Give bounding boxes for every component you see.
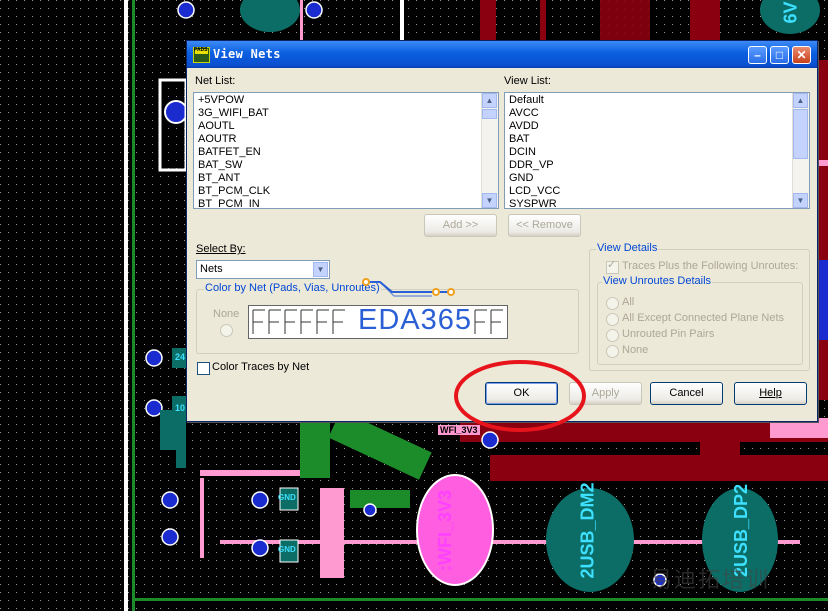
maximize-button[interactable]: □: [770, 46, 789, 64]
pcb-label-gnd-2: GND: [278, 545, 296, 554]
pcb-label-6v: 6V: [780, 1, 801, 24]
list-item[interactable]: BAT_SW: [198, 159, 498, 172]
list-item[interactable]: BATFET_EN: [198, 146, 498, 159]
none-unroutes-radio[interactable]: [606, 345, 619, 358]
list-item[interactable]: SYSPWR: [509, 198, 809, 208]
chevron-down-icon[interactable]: ▼: [313, 262, 328, 277]
select-by-dropdown[interactable]: Nets ▼: [196, 260, 330, 279]
highlight-circle: [454, 360, 586, 432]
scroll-thumb[interactable]: [793, 109, 808, 159]
select-by-value: Nets: [200, 263, 223, 275]
dialog-title: View Nets: [213, 47, 281, 61]
close-button[interactable]: ✕: [792, 46, 811, 64]
net-list-scrollbar[interactable]: ▲ ▼: [481, 93, 498, 208]
minimize-button[interactable]: –: [748, 46, 767, 64]
traces-plus-label: Traces Plus the Following Unroutes:: [622, 260, 799, 272]
all-except-radio[interactable]: [606, 313, 619, 326]
unrouted-pin-pairs-label: Unrouted Pin Pairs: [622, 328, 715, 340]
view-list-items: Default AVCC AVDD BAT DCIN DDR_VP GND LC…: [505, 93, 809, 208]
scroll-down-icon[interactable]: ▼: [482, 193, 497, 208]
pads-icon-text: PADS: [194, 47, 208, 53]
list-item[interactable]: 3G_WIFI_BAT: [198, 107, 498, 120]
maximize-icon: □: [775, 48, 784, 62]
list-item[interactable]: DDR_VP: [509, 159, 809, 172]
net-list-items: +5VPOW 3G_WIFI_BAT AOUTL AOUTR BATFET_EN…: [194, 93, 498, 208]
scroll-up-icon[interactable]: ▲: [482, 93, 497, 108]
view-unroutes-label: View Unroutes Details: [602, 275, 713, 287]
check-mark-icon: ✓: [607, 259, 617, 271]
list-item[interactable]: AOUTL: [198, 120, 498, 133]
cancel-button[interactable]: Cancel: [650, 382, 723, 405]
select-by-label: Select By:: [196, 243, 246, 255]
view-list-scrollbar[interactable]: ▲ ▼: [792, 93, 809, 208]
list-item[interactable]: AVCC: [509, 107, 809, 120]
close-icon: ✕: [796, 48, 807, 62]
color-by-net-label: Color by Net (Pads, Vias, Unroutes): [204, 282, 381, 294]
color-traces-checkbox[interactable]: [197, 362, 210, 375]
view-list-box[interactable]: Default AVCC AVDD BAT DCIN DDR_VP GND LC…: [504, 92, 810, 209]
help-button-label: Help: [759, 387, 782, 399]
help-button[interactable]: Help: [734, 382, 807, 405]
list-item[interactable]: LCD_VCC: [509, 185, 809, 198]
select-by-label-text: Select By:: [196, 243, 246, 255]
eda365-logo-text: EDA365: [358, 304, 473, 336]
list-item[interactable]: BAT: [509, 133, 809, 146]
list-item[interactable]: BT_PCM_CLK: [198, 185, 498, 198]
all-label: All: [622, 296, 635, 308]
list-item[interactable]: AVDD: [509, 120, 809, 133]
pcb-label-usb-dm2: 2USB_DM2: [577, 482, 598, 579]
list-item[interactable]: AOUTR: [198, 133, 498, 146]
list-item[interactable]: Default: [509, 94, 809, 107]
list-item[interactable]: DCIN: [509, 146, 809, 159]
list-item[interactable]: GND: [509, 172, 809, 185]
remove-button[interactable]: << Remove: [508, 214, 581, 237]
unrouted-pin-pairs-radio[interactable]: [606, 329, 619, 342]
list-item[interactable]: BT_ANT: [198, 172, 498, 185]
pcb-label-wfi-3v3: :WFI_3V3: [435, 489, 456, 572]
list-item[interactable]: BT_PCM_IN: [198, 198, 498, 208]
view-details-label: View Details: [596, 242, 659, 254]
all-radio[interactable]: [606, 297, 619, 310]
scroll-up-icon[interactable]: ▲: [793, 93, 808, 108]
none-label: None: [213, 308, 240, 320]
pads-app-icon: PADS: [193, 47, 210, 63]
list-item[interactable]: +5VPOW: [198, 94, 498, 107]
pcb-label-10: 10: [175, 403, 186, 413]
all-except-label: All Except Connected Plane Nets: [622, 312, 785, 324]
pcb-label-gnd-1: GND: [278, 493, 296, 502]
scroll-down-icon[interactable]: ▼: [793, 193, 808, 208]
net-list-box[interactable]: +5VPOW 3G_WIFI_BAT AOUTL AOUTR BATFET_EN…: [193, 92, 499, 209]
watermark-text: 易迪拓培训: [650, 567, 771, 592]
color-traces-label[interactable]: Color Traces by Net: [212, 361, 309, 373]
eda365-logo-graphic: [362, 278, 455, 297]
minimize-icon: –: [754, 48, 761, 62]
net-list-label: Net List:: [195, 75, 236, 87]
none-unroutes-label: None: [622, 344, 649, 356]
title-bar[interactable]: PADS View Nets – □ ✕: [187, 41, 817, 68]
pcb-label-24: 24: [175, 352, 186, 362]
scroll-thumb[interactable]: [482, 109, 497, 119]
add-button[interactable]: Add >>: [424, 214, 497, 237]
view-list-label: View List:: [504, 75, 551, 87]
none-radio[interactable]: [220, 324, 233, 337]
